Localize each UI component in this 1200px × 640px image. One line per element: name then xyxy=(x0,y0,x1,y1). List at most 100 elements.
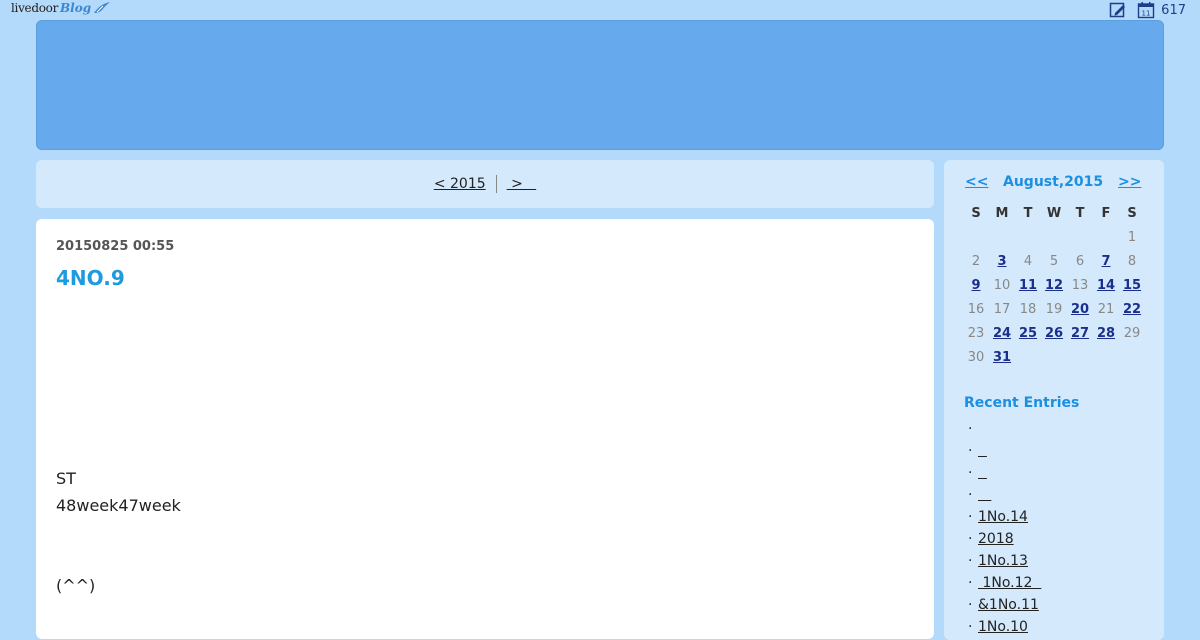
prev-archive-link[interactable]: < 2015 xyxy=(434,176,486,192)
calendar-day xyxy=(1093,345,1119,369)
calendar-day: 11 xyxy=(1015,273,1041,297)
bullet: · xyxy=(968,575,973,591)
calendar-day: 14 xyxy=(1093,273,1119,297)
calendar-day: 7 xyxy=(1093,249,1119,273)
recent-entry-link[interactable]: 1No.14 xyxy=(978,509,1028,525)
article-line: ST xyxy=(56,469,76,488)
calendar-day-link[interactable]: 14 xyxy=(1097,278,1115,293)
calendar-day-link[interactable]: 27 xyxy=(1071,326,1089,341)
calendar-week: 30 31 xyxy=(963,345,1145,369)
weekday-header: S xyxy=(1127,205,1137,221)
recent-entry: · xyxy=(968,440,1041,462)
calendar-day: 17 xyxy=(993,301,1011,317)
bullet: · xyxy=(968,487,973,503)
calendar-day: 13 xyxy=(1071,277,1089,293)
calendar-day xyxy=(989,225,1015,249)
calendar-week: 9 10 11 12 13 14 15 xyxy=(963,273,1145,297)
calendar-day-link[interactable]: 25 xyxy=(1019,326,1037,341)
calendar-week: 1 xyxy=(963,225,1145,249)
calendar-day: 6 xyxy=(1075,253,1085,269)
recent-entry-link[interactable]: &1No.11 xyxy=(978,597,1039,613)
calendar-day: 27 xyxy=(1067,321,1093,345)
top-right-tools: 11 617 xyxy=(1109,1,1186,19)
calendar-day xyxy=(1015,225,1041,249)
sidebar: << August,2015 >> SMTWTFS 1 2 3 4 5 6 7 8 9 10 11 1… xyxy=(944,160,1164,640)
calendar-day: 19 xyxy=(1045,301,1063,317)
post-count[interactable]: 617 xyxy=(1161,3,1186,18)
weekday-header: F xyxy=(1101,205,1111,221)
calendar-day-link[interactable]: 26 xyxy=(1045,326,1063,341)
calendar-day: 18 xyxy=(1019,301,1037,317)
bullet: · xyxy=(968,619,973,635)
calendar-day: 31 xyxy=(989,345,1015,369)
header-banner[interactable] xyxy=(36,20,1164,150)
calendar-week: 16 17 18 19 20 21 22 xyxy=(963,297,1145,321)
recent-entry-link[interactable]: 1No.10 xyxy=(978,619,1028,635)
bullet: · xyxy=(968,597,973,613)
calendar-day xyxy=(1041,345,1067,369)
calendar-day: 1 xyxy=(1127,229,1137,245)
calendar-day: 8 xyxy=(1127,253,1137,269)
edit-icon[interactable] xyxy=(1109,1,1127,19)
next-month-link[interactable]: >> xyxy=(1118,174,1141,190)
calendar-day-link[interactable]: 15 xyxy=(1123,278,1141,293)
archive-pager: < 2015 > xyxy=(36,160,934,208)
weekday-header: M xyxy=(995,205,1009,221)
article-title[interactable]: 4NO.9 xyxy=(56,266,125,290)
prev-month-link[interactable]: << xyxy=(965,174,988,190)
recent-entry: · 1No.13 xyxy=(968,550,1041,572)
recent-entry-link[interactable]: 1No.12 xyxy=(978,575,1041,591)
recent-entry-link[interactable]: 1No.13 xyxy=(978,553,1028,569)
weekday-header: W xyxy=(1046,205,1062,221)
bullet: · xyxy=(968,465,973,481)
calendar-table: SMTWTFS 1 2 3 4 5 6 7 8 9 10 11 12 13 14 15 16 17 18 19 20 2… xyxy=(963,201,1145,369)
calendar-day: 30 xyxy=(967,349,985,365)
calendar-day xyxy=(1093,225,1119,249)
calendar-day-link[interactable]: 22 xyxy=(1123,302,1141,317)
calendar-day: 15 xyxy=(1119,273,1145,297)
recent-entry: · 1No.12 xyxy=(968,572,1041,594)
recent-entry: · 2018 xyxy=(968,528,1041,550)
calendar-day-link[interactable]: 28 xyxy=(1097,326,1115,341)
calendar-day-link[interactable]: 9 xyxy=(971,278,980,293)
calendar-day: 21 xyxy=(1097,301,1115,317)
calendar-day: 3 xyxy=(989,249,1015,273)
pager-divider xyxy=(495,175,497,193)
calendar-day: 26 xyxy=(1041,321,1067,345)
bullet: · xyxy=(968,509,973,525)
calendar-day: 4 xyxy=(1023,253,1033,269)
calendar-day: 9 xyxy=(963,273,989,297)
livedoor-blog-logo[interactable]: livedoor Blog xyxy=(11,1,111,15)
bird-icon xyxy=(94,2,111,13)
recent-entry-link[interactable] xyxy=(978,443,987,459)
calendar-week: 2 3 456 7 8 xyxy=(963,249,1145,273)
calendar-day: 2 xyxy=(971,253,981,269)
logo-blog-text: Blog xyxy=(60,1,92,15)
calendar-day-link[interactable]: 7 xyxy=(1101,254,1110,269)
calendar-day-link[interactable]: 20 xyxy=(1071,302,1089,317)
bullet: · xyxy=(968,531,973,547)
calendar-day-link[interactable]: 3 xyxy=(997,254,1006,269)
calendar-month: August,2015 xyxy=(1003,174,1104,190)
recent-entry-link[interactable] xyxy=(978,487,991,503)
weekday-header: T xyxy=(1023,205,1033,221)
article-line: (^^) xyxy=(56,576,96,595)
next-archive-link[interactable]: > xyxy=(507,176,537,192)
calendar-day-link[interactable]: 11 xyxy=(1019,278,1037,293)
weekday-header: S xyxy=(971,205,981,221)
calendar-header: << August,2015 >> xyxy=(944,174,1164,194)
recent-entry-link[interactable] xyxy=(978,465,987,481)
calendar-day-link[interactable]: 12 xyxy=(1045,278,1063,293)
bullet: · xyxy=(968,553,973,569)
calendar-day xyxy=(963,225,989,249)
logo-text: livedoor xyxy=(11,1,59,15)
calendar-icon[interactable]: 11 xyxy=(1137,1,1155,19)
recent-entry-link[interactable]: 2018 xyxy=(978,531,1014,547)
calendar-day: 20 xyxy=(1067,297,1093,321)
calendar-day-link[interactable]: 24 xyxy=(993,326,1011,341)
article-line: 48week47week xyxy=(56,496,181,515)
calendar-day-link[interactable]: 31 xyxy=(993,350,1011,365)
calendar-day xyxy=(1067,345,1093,369)
calendar-day: 10 xyxy=(993,277,1011,293)
recent-entry: · xyxy=(968,462,1041,484)
